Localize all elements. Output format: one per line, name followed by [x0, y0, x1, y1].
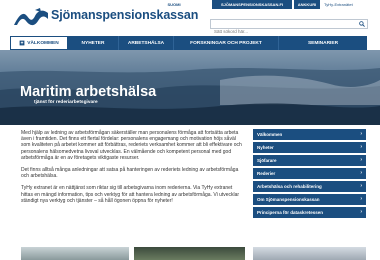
sidebar-item-label: Principerna för dataskretessen: [257, 210, 324, 215]
language-link-suomi[interactable]: SUOMI: [163, 0, 185, 9]
chevron-right-icon: ›: [360, 131, 362, 137]
nav-item-valkommen[interactable]: VÄLKOMMEN: [10, 36, 68, 50]
sidebar-item-label: Arbetshälsa och rehabilitering: [257, 184, 322, 189]
search-box: [210, 19, 368, 36]
brand-name[interactable]: Sjömanspensionskassan: [51, 8, 198, 22]
main-nav: VÄLKOMMEN NYHETER ARBETSHÄLSA FORSKNINGA…: [10, 36, 367, 50]
thumbnail-image[interactable]: [134, 247, 245, 260]
site-link-button[interactable]: SJÖMANSPENSIONSKASSAN.FI: [212, 0, 292, 9]
chevron-right-icon: ›: [360, 209, 362, 215]
sidebar-item-label: Sjöfarare: [257, 158, 277, 163]
sidebar-item-label: Nyheter: [257, 145, 274, 150]
sidebar-item-label: Rederier: [257, 171, 276, 176]
sidebar-item-label: Välkommen: [257, 132, 283, 137]
home-icon: [19, 40, 25, 46]
site-header: Sjömanspensionskassan SUOMI SJÖMANSPENSI…: [0, 0, 380, 36]
paragraph: Det finns alltså många anledningar att s…: [21, 167, 239, 180]
sidebar-item-om[interactable]: Om Sjömanspensionskassan ›: [253, 194, 366, 205]
nav-item-seminarier[interactable]: SEMINARIER: [279, 36, 367, 50]
chevron-right-icon: ›: [360, 170, 362, 176]
search-input[interactable]: [211, 27, 351, 36]
hero-title: Maritim arbetshälsa: [20, 84, 157, 100]
main-content: Med hjälp av ledning av arbetsförmågan s…: [21, 130, 245, 210]
chevron-right-icon: ›: [360, 183, 362, 189]
thumbnail-image[interactable]: [253, 247, 366, 260]
sidebar-menu: Välkommen › Nyheter › Sjöfarare › Rederier ›…: [253, 129, 366, 220]
nav-item-arbetshalsa[interactable]: ARBETSHÄLSA: [119, 36, 174, 50]
sidebar-item-principerna[interactable]: Principerna för dataskretessen ›: [253, 207, 366, 218]
paragraph: TyHy extranet är en nättjänst som riktar…: [21, 185, 240, 204]
sidebar-item-sjofarare[interactable]: Sjöfarare ›: [253, 155, 366, 166]
chevron-right-icon: ›: [360, 144, 362, 150]
chevron-right-icon: ›: [360, 196, 362, 202]
hero-subtitle: tjänst för rederiarbetsgivare: [34, 100, 98, 105]
tyhy-extranet-link[interactable]: TyHy-Extranätet: [324, 0, 380, 9]
sidebar-item-valkommen[interactable]: Välkommen ›: [253, 129, 366, 140]
sidebar-item-arbetshalsa[interactable]: Arbetshälsa och rehabilitering ›: [253, 181, 366, 192]
nav-item-forskningar[interactable]: FORSKNINGAR OCH PROJEKT: [174, 36, 279, 50]
nav-label: VÄLKOMMEN: [27, 40, 59, 46]
chevron-right-icon: ›: [360, 157, 362, 163]
paragraph: Med hjälp av ledning av arbetsförmågan s…: [21, 130, 242, 161]
hero-banner: Maritim arbetshälsa tjänst för rederiarb…: [0, 50, 380, 125]
thumbnail-image[interactable]: [21, 247, 129, 260]
sidebar-item-nyheter[interactable]: Nyheter ›: [253, 142, 366, 153]
sidebar-item-label: Om Sjömanspensionskassan: [257, 197, 320, 202]
search-icon[interactable]: [359, 21, 365, 27]
sidebar-item-rederier[interactable]: Rederier ›: [253, 168, 366, 179]
logo-icon[interactable]: [13, 7, 49, 27]
nav-item-nyheter[interactable]: NYHETER: [68, 36, 119, 50]
ankkuri-link-button[interactable]: ANKKURI: [294, 0, 320, 9]
